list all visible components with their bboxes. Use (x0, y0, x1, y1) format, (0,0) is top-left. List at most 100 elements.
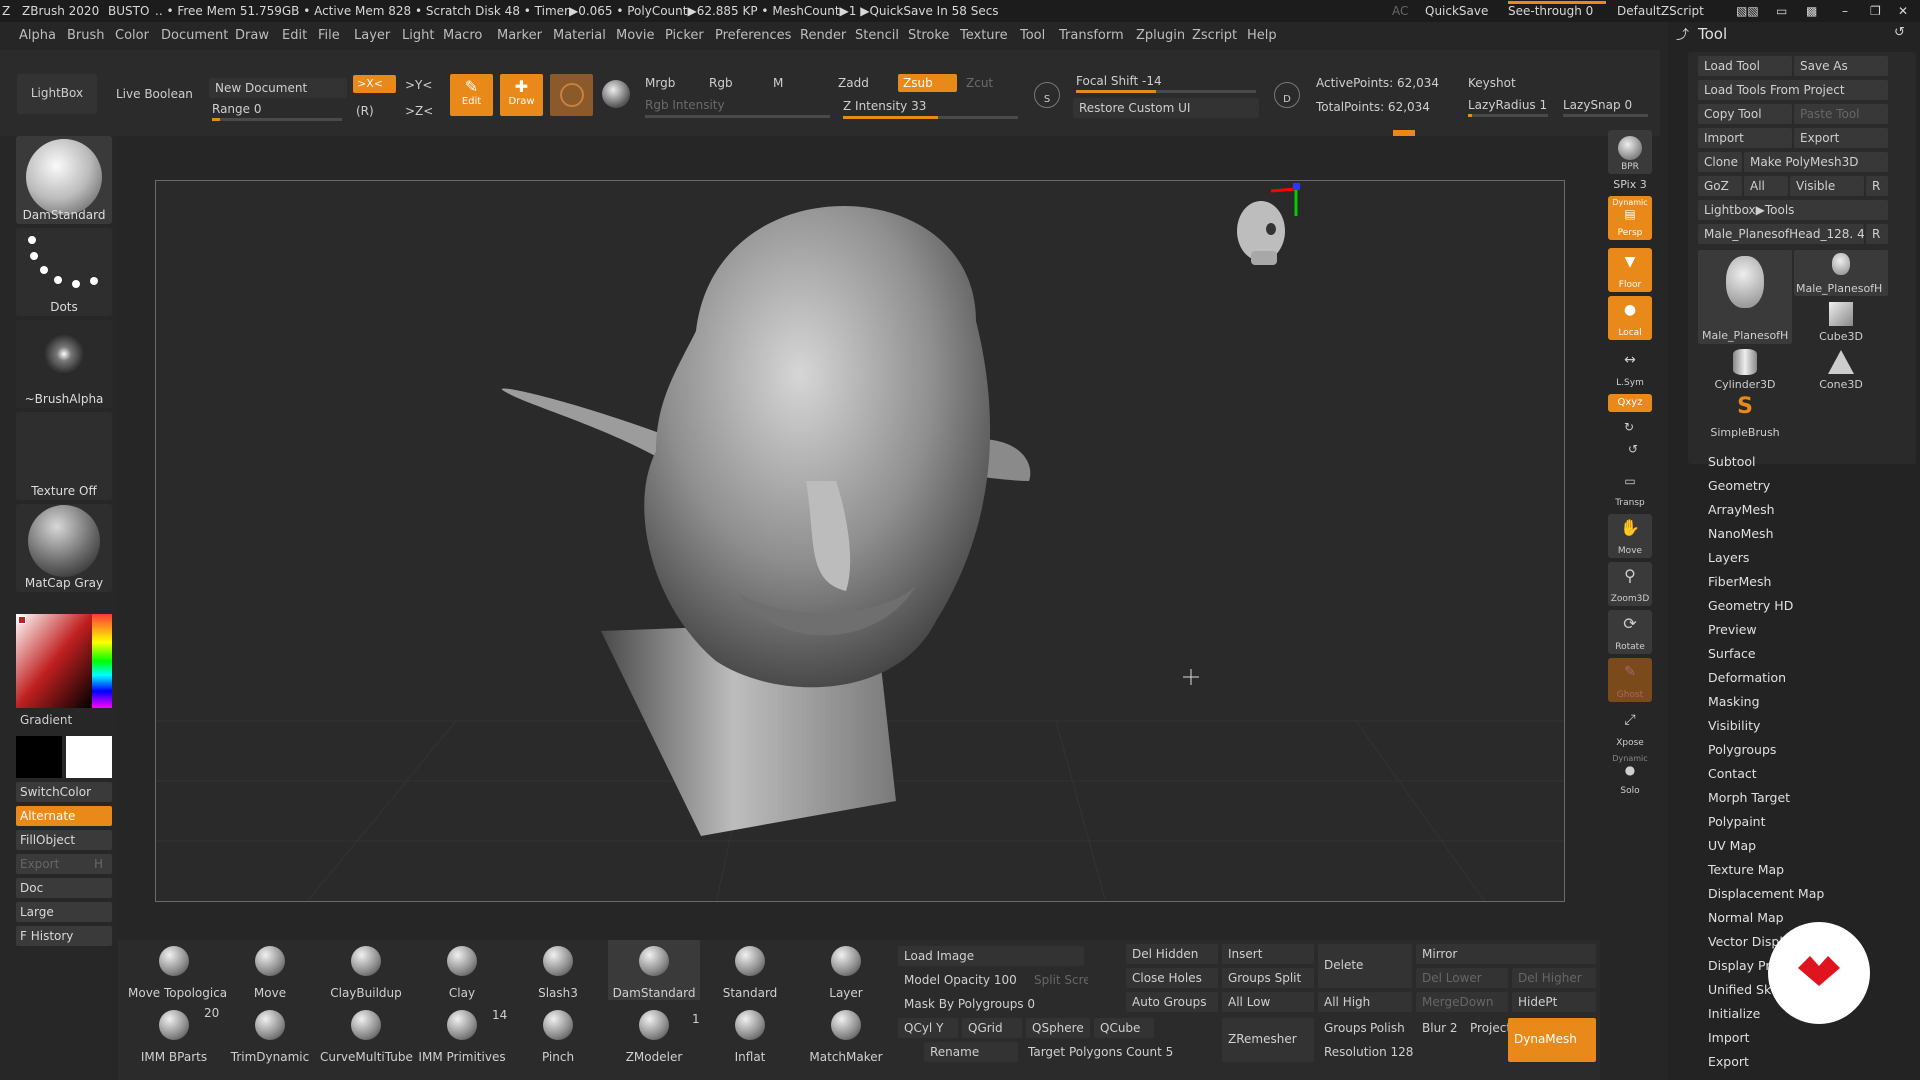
subpalette-import[interactable]: Import (1708, 1030, 1750, 1045)
brush-layer[interactable]: Layer (800, 940, 892, 1000)
brush-pinch[interactable]: Pinch (512, 1004, 604, 1064)
brush-trimdynamic[interactable]: TrimDynamic (224, 1004, 316, 1064)
subpalette-fibermesh[interactable]: FiberMesh (1708, 574, 1771, 589)
tool-thumb-simplebrush[interactable]: S SimpleBrush (1698, 394, 1792, 440)
model-opacity-slider[interactable]: Model Opacity 100 (898, 970, 1024, 990)
color-picker[interactable] (16, 614, 112, 708)
qsphere-button[interactable]: QSphere (1026, 1018, 1090, 1038)
menu-marker[interactable]: Marker (497, 28, 542, 43)
subpalette-nanomesh[interactable]: NanoMesh (1708, 526, 1774, 541)
brush-move[interactable]: Move (224, 940, 316, 1000)
zcut-button[interactable]: Zcut (966, 76, 993, 90)
m-button[interactable]: M (773, 76, 783, 90)
default-zscript-button[interactable]: DefaultZScript (1617, 4, 1704, 18)
blur-slider[interactable]: Blur 2 (1416, 1018, 1464, 1038)
brush-thumbnail[interactable]: DamStandard (16, 136, 112, 224)
del-lower-button[interactable]: Del Lower (1416, 968, 1508, 988)
load-tools-from-project-button[interactable]: Load Tools From Project (1698, 80, 1888, 100)
menu-draw[interactable]: Draw (235, 28, 269, 43)
tool-palette-title[interactable]: Tool (1698, 25, 1727, 43)
polish-button[interactable]: Polish (1364, 1018, 1414, 1038)
subpalette-unified-skin[interactable]: Unified Ski (1708, 982, 1775, 997)
resolution-slider[interactable]: Resolution 128 (1318, 1042, 1498, 1062)
subpalette-deformation[interactable]: Deformation (1708, 670, 1786, 685)
brush-curvemultitube[interactable]: CurveMultiTube (320, 1004, 413, 1064)
shelf-scroll-handle[interactable] (1393, 130, 1415, 136)
groups-button[interactable]: Groups (1318, 1018, 1366, 1038)
menu-document[interactable]: Document (161, 28, 228, 43)
y-symmetry-button[interactable]: >Y< (405, 78, 432, 92)
menu-zplugin[interactable]: Zplugin (1136, 28, 1185, 43)
bpr-button[interactable]: BPR (1608, 130, 1652, 174)
minimize-icon[interactable]: – (1842, 4, 1848, 18)
see-through-slider[interactable]: See-through 0 (1508, 1, 1606, 18)
focal-shift-track[interactable] (1076, 90, 1256, 93)
subpalette-subtool[interactable]: Subtool (1708, 454, 1755, 469)
menu-stencil[interactable]: Stencil (855, 28, 899, 43)
clone-button[interactable]: Clone (1698, 152, 1742, 172)
move-view-button[interactable]: ✋ Move (1608, 514, 1652, 558)
lazy-snap-slider[interactable]: LazySnap 0 (1563, 98, 1632, 112)
switch-color-button[interactable]: SwitchColor (16, 782, 112, 802)
layout-alt-icon[interactable]: ▩ (1806, 4, 1817, 18)
xyz-rotation-button[interactable]: Qxyz (1608, 394, 1652, 412)
keyshot-button[interactable]: Keyshot (1468, 76, 1516, 90)
sculpt-canvas[interactable] (156, 181, 1565, 902)
brush-move-topological[interactable]: Move Topologica (128, 940, 227, 1000)
menu-color[interactable]: Color (115, 28, 149, 43)
tool-thumb-cone3d[interactable]: Cone3D (1794, 346, 1888, 392)
local-button[interactable]: ● Local (1608, 296, 1652, 340)
menu-preferences[interactable]: Preferences (715, 28, 791, 43)
all-high-button[interactable]: All High (1318, 992, 1412, 1012)
del-higher-button[interactable]: Del Higher (1512, 968, 1596, 988)
x-symmetry-button[interactable]: >X< (353, 75, 396, 93)
subpalette-preview[interactable]: Preview (1708, 622, 1757, 637)
copy-tool-button[interactable]: Copy Tool (1698, 104, 1792, 124)
menu-macro[interactable]: Macro (443, 28, 482, 43)
hidept-button[interactable]: HidePt (1512, 992, 1596, 1012)
brush-clay[interactable]: Clay (416, 940, 508, 1000)
rotate-z-icon[interactable]: ↺ (1628, 442, 1638, 456)
subpalette-masking[interactable]: Masking (1708, 694, 1760, 709)
palette-reset-icon[interactable]: ↺ (1894, 25, 1905, 40)
zsub-button[interactable]: Zsub (898, 74, 957, 92)
z-intensity-slider[interactable]: Z Intensity 33 (843, 99, 926, 113)
menu-movie[interactable]: Movie (616, 28, 654, 43)
menu-toggle-icon[interactable]: ▧▧ (1736, 4, 1759, 18)
menu-alpha[interactable]: Alpha (19, 28, 56, 43)
large-button[interactable]: Large (16, 902, 112, 922)
z-intensity-track[interactable] (843, 116, 1018, 119)
zremesher-button[interactable]: ZRemesher (1222, 1018, 1314, 1062)
menu-edit[interactable]: Edit (282, 28, 307, 43)
all-low-button[interactable]: All Low (1222, 992, 1314, 1012)
live-boolean-button[interactable]: Live Boolean (116, 87, 193, 101)
subpalette-arraymesh[interactable]: ArrayMesh (1708, 502, 1775, 517)
menu-render[interactable]: Render (800, 28, 846, 43)
subpalette-geometry-hd[interactable]: Geometry HD (1708, 598, 1793, 613)
zoom3d-button[interactable]: ⚲ Zoom3D (1608, 562, 1652, 606)
subpalette-surface[interactable]: Surface (1708, 646, 1756, 661)
target-polygons-slider[interactable]: Target Polygons Count 5 (1022, 1042, 1192, 1062)
gradient-label[interactable]: Gradient (20, 713, 72, 727)
subpalette-polypaint[interactable]: Polypaint (1708, 814, 1766, 829)
range-slider-track[interactable] (212, 118, 342, 121)
dynamesh-button[interactable]: DynaMesh (1508, 1018, 1596, 1062)
mask-by-polygroups-slider[interactable]: Mask By Polygroups 0 (898, 994, 1038, 1014)
layout-icon[interactable]: ▭ (1776, 4, 1787, 18)
sculpt-head-model[interactable] (501, 206, 1031, 836)
menu-transform[interactable]: Transform (1059, 28, 1124, 43)
color-square[interactable] (16, 614, 92, 708)
subpalette-uv-map[interactable]: UV Map (1708, 838, 1756, 853)
subpalette-polygroups[interactable]: Polygroups (1708, 742, 1776, 757)
focal-shift-slider[interactable]: Focal Shift -14 (1076, 74, 1162, 88)
delete-button[interactable]: Delete (1318, 944, 1412, 988)
goz-button[interactable]: GoZ (1698, 176, 1742, 196)
menu-zscript[interactable]: Zscript (1192, 28, 1237, 43)
edit-mode-button[interactable]: ✎ Edit (450, 74, 493, 116)
goz-all-button[interactable]: All (1744, 176, 1788, 196)
ac-label[interactable]: AC (1392, 4, 1408, 18)
make-polymesh3d-button[interactable]: Make PolyMesh3D (1744, 152, 1888, 172)
main-color-swatch[interactable] (66, 736, 112, 778)
range-slider[interactable]: Range 0 (212, 102, 261, 116)
rgb-intensity-track[interactable] (645, 115, 830, 118)
